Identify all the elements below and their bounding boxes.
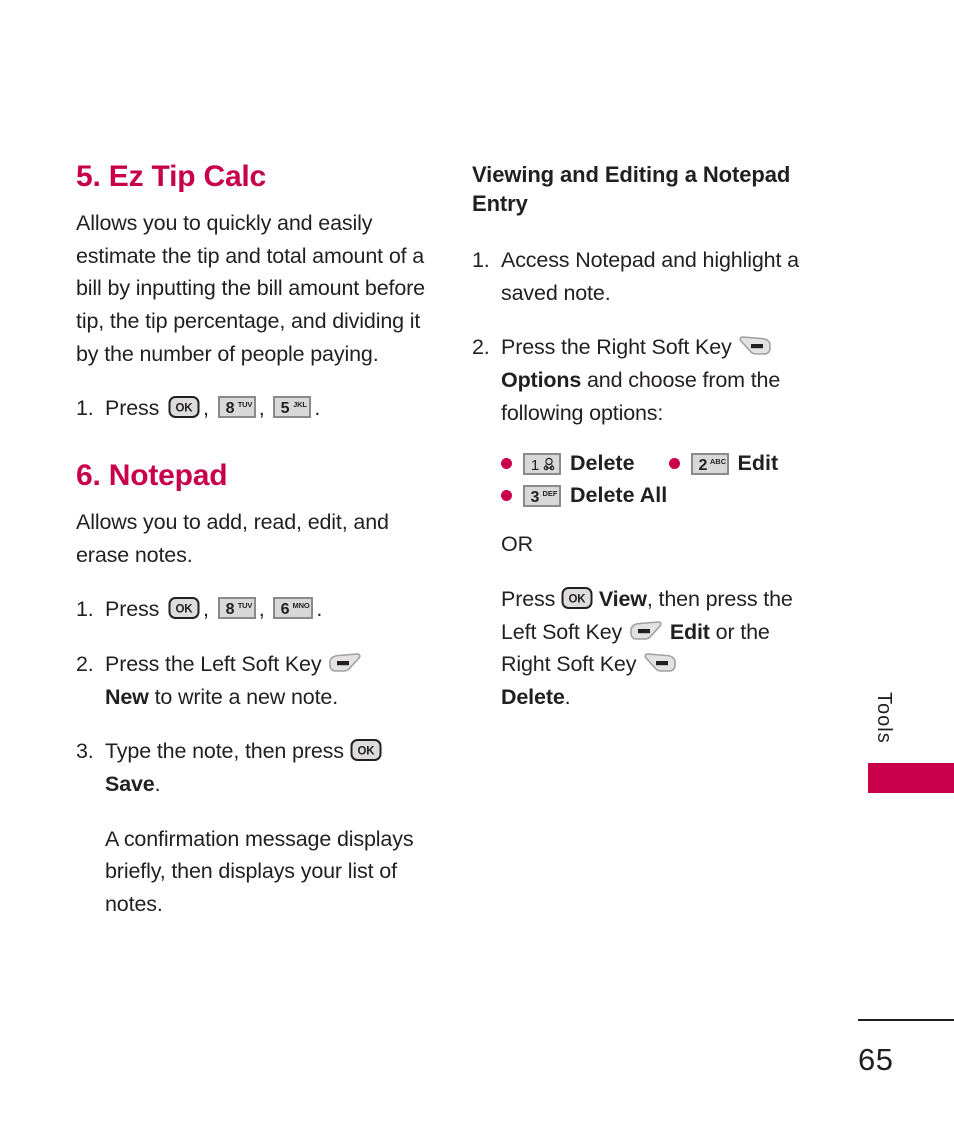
ok-key-icon: OK bbox=[168, 395, 200, 419]
step-number: 1. bbox=[76, 597, 94, 622]
alt-text-end: . bbox=[564, 685, 571, 710]
page-number: 65 bbox=[858, 1042, 894, 1077]
5-jkl-key-icon: 5 JKL bbox=[273, 395, 312, 419]
svg-text:OK: OK bbox=[357, 746, 375, 758]
alternate-instruction: Press OK View, then press the Left Soft … bbox=[472, 583, 822, 714]
option-delete-all: 3 DEF Delete All bbox=[501, 483, 667, 508]
ok-key-icon: OK bbox=[168, 596, 200, 620]
step-text: Press the Right Soft Key bbox=[501, 335, 732, 360]
option-edit: 2 ABC Edit bbox=[668, 451, 779, 476]
soft-key-label-options: Options bbox=[501, 368, 582, 393]
soft-key-label-edit: Edit bbox=[669, 619, 710, 644]
bullet-dot-icon bbox=[668, 458, 680, 470]
manual-page: 5. Ez Tip Calc Allows you to quickly and… bbox=[0, 0, 954, 1145]
soft-key-label-delete: Delete bbox=[501, 685, 565, 710]
left-soft-key-icon bbox=[327, 651, 363, 675]
key-separator: , bbox=[203, 396, 209, 421]
svg-text:JKL: JKL bbox=[294, 400, 308, 409]
svg-text:2: 2 bbox=[698, 457, 707, 474]
key-separator: , bbox=[258, 396, 265, 421]
subsection-heading-viewing-editing: Viewing and Editing a Notepad Entry bbox=[472, 162, 791, 217]
svg-text:MNO: MNO bbox=[293, 601, 310, 610]
3-def-key-icon: 3 DEF bbox=[523, 484, 561, 508]
key-separator: , bbox=[203, 597, 209, 622]
ok-key-icon: OK bbox=[350, 738, 382, 762]
step-period: . bbox=[154, 772, 161, 797]
step-number: 1. bbox=[76, 396, 94, 421]
1-voicemail-key-icon: 1 bbox=[523, 452, 561, 476]
2-abc-key-icon: 2 ABC bbox=[690, 452, 729, 476]
ok-key-icon: OK bbox=[561, 586, 593, 610]
svg-text:3: 3 bbox=[531, 489, 540, 506]
footer-rule bbox=[858, 1019, 954, 1021]
notepad-step-2: 2. Press the Left Soft Key New to write a… bbox=[76, 648, 426, 713]
bullet-dot-icon bbox=[501, 490, 512, 502]
ok-key-label-save: Save bbox=[105, 772, 155, 797]
svg-text:TUV: TUV bbox=[237, 400, 252, 409]
step-number: 3. bbox=[76, 739, 94, 764]
step-text-after: to write a new note. bbox=[154, 684, 339, 709]
svg-text:ABC: ABC bbox=[709, 457, 726, 466]
step-text: Access Notepad and highlight a saved not… bbox=[501, 248, 799, 305]
viewing-step-1: 1. Access Notepad and highlight a saved n… bbox=[472, 244, 822, 309]
step-period: . bbox=[314, 396, 321, 421]
notepad-step-1: 1. Press OK, 8 TUV, 6 MNO. bbox=[76, 593, 426, 626]
svg-text:8: 8 bbox=[225, 400, 234, 417]
8-tuv-key-icon: 8 TUV bbox=[217, 395, 256, 419]
step-text: Type the note, then press bbox=[105, 739, 344, 764]
svg-text:8: 8 bbox=[225, 601, 234, 618]
bullet-dot-icon bbox=[501, 458, 512, 470]
right-soft-key-icon bbox=[737, 334, 773, 358]
svg-text:OK: OK bbox=[569, 594, 587, 606]
8-tuv-key-icon: 8 TUV bbox=[217, 596, 256, 620]
ez-tip-calc-step-1: 1. Press OK, 8 TUV, 5 JKL. bbox=[76, 392, 426, 425]
svg-text:OK: OK bbox=[176, 604, 194, 616]
alt-text-before: Press bbox=[501, 587, 556, 612]
svg-text:DEF: DEF bbox=[543, 489, 558, 498]
option-label: Delete bbox=[570, 451, 635, 476]
viewing-step-2: 2. Press the Right Soft Key Options and c… bbox=[472, 331, 822, 429]
section-heading-ez-tip-calc: 5. Ez Tip Calc bbox=[76, 160, 267, 193]
svg-text:5: 5 bbox=[281, 400, 290, 417]
svg-text:1: 1 bbox=[531, 457, 539, 474]
ok-key-label-view: View bbox=[598, 587, 647, 612]
side-tab-label: Tools bbox=[873, 692, 895, 744]
or-divider-text: OR bbox=[501, 532, 533, 557]
notepad-step-3: 3. Type the note, then press OK Save. bbox=[76, 735, 426, 800]
options-list: 1 Delete 2 ABC Edit 3 DEF Delete All bbox=[472, 451, 822, 508]
side-tab-marker bbox=[868, 763, 954, 793]
notepad-confirmation-note: A confirmation message displays briefly,… bbox=[105, 826, 414, 917]
soft-key-label-new: New bbox=[105, 684, 149, 709]
svg-text:TUV: TUV bbox=[237, 601, 252, 610]
options-row-2: 3 DEF Delete All bbox=[501, 483, 822, 508]
step-text: Press bbox=[105, 396, 160, 421]
right-soft-key-icon bbox=[642, 651, 678, 675]
option-label: Delete All bbox=[570, 483, 668, 508]
ez-tip-calc-description: Allows you to quickly and easily estimat… bbox=[76, 211, 425, 366]
section-heading-notepad: 6. Notepad bbox=[76, 459, 228, 493]
left-column: 5. Ez Tip Calc Allows you to quickly and… bbox=[76, 160, 426, 943]
option-delete: 1 Delete bbox=[501, 451, 635, 476]
left-soft-key-icon bbox=[628, 619, 664, 643]
right-column: Viewing and Editing a Notepad Entry 1. Ac… bbox=[472, 160, 822, 736]
step-text: Press the Left Soft Key bbox=[105, 652, 322, 677]
notepad-description: Allows you to add, read, edit, and erase… bbox=[76, 510, 389, 567]
option-label: Edit bbox=[737, 451, 779, 476]
step-number: 2. bbox=[472, 335, 490, 360]
key-separator: , bbox=[258, 597, 265, 622]
svg-text:OK: OK bbox=[176, 403, 194, 415]
svg-text:6: 6 bbox=[281, 601, 290, 618]
step-text: Press bbox=[105, 597, 160, 622]
step-number: 1. bbox=[472, 248, 490, 273]
options-row-1: 1 Delete 2 ABC Edit bbox=[501, 451, 822, 476]
6-mno-key-icon: 6 MNO bbox=[273, 596, 314, 620]
step-period: . bbox=[316, 597, 323, 622]
step-number: 2. bbox=[76, 652, 94, 677]
